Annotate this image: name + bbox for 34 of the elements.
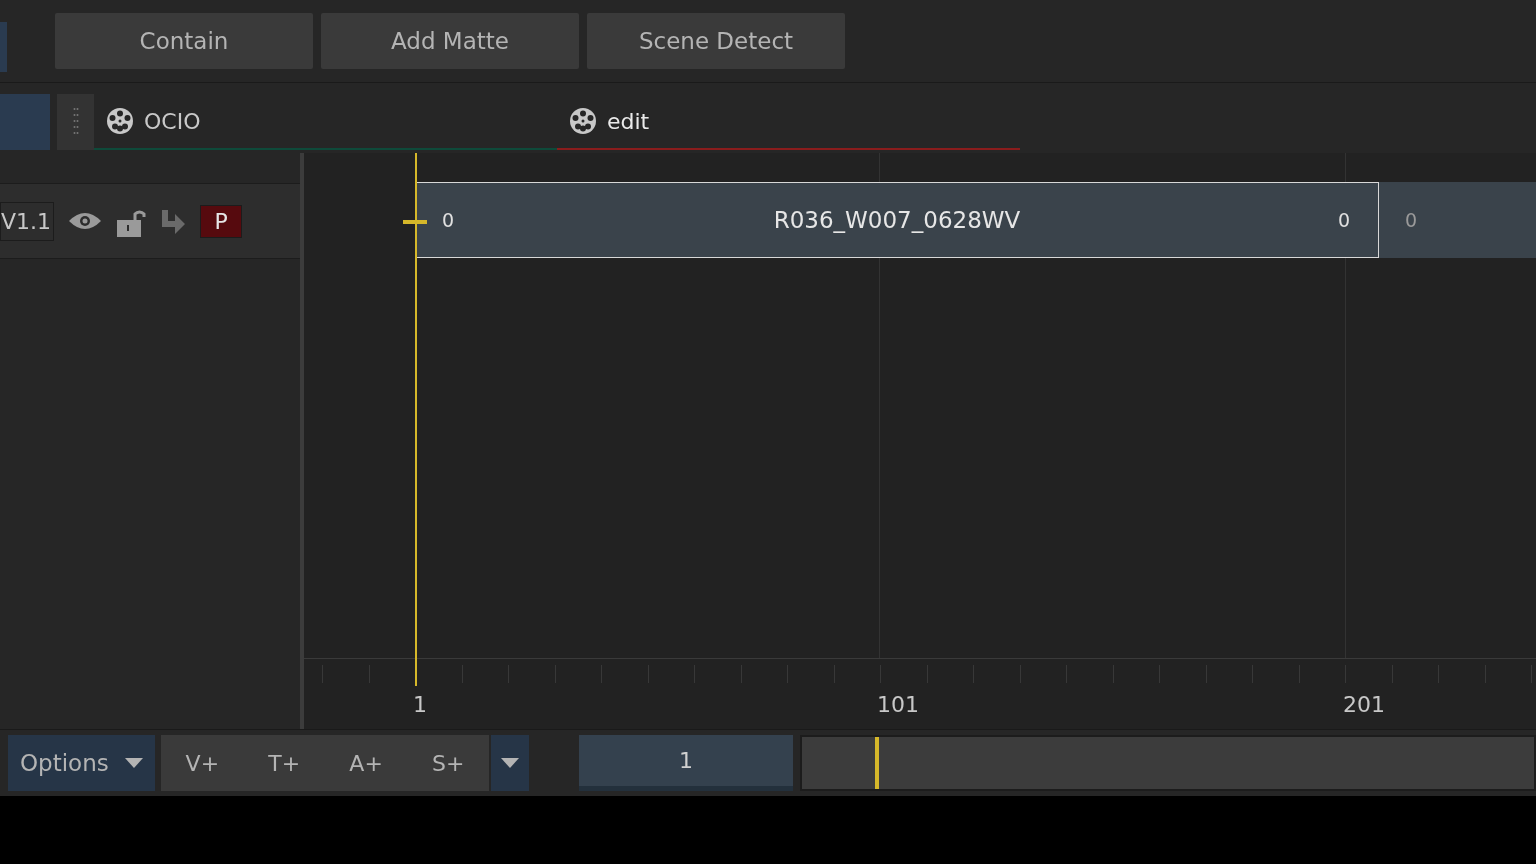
add-track-button[interactable]: S+ <box>426 745 471 781</box>
add-track-button[interactable]: T+ <box>262 745 307 781</box>
caret-icon <box>125 758 143 768</box>
toolbar-button[interactable]: Contain <box>55 13 313 69</box>
eye-icon[interactable] <box>68 211 103 231</box>
toolbar-button[interactable]: Add Matte <box>321 13 579 69</box>
arrow-icon[interactable] <box>160 208 187 234</box>
clip-in-frame: 0 <box>1405 205 1418 235</box>
dropdown-button[interactable] <box>491 735 529 791</box>
clip[interactable]: 0 R036_W007_0628WV 0 <box>415 182 1379 258</box>
clip-name: R036_W007_0628WV <box>772 205 1022 235</box>
ruler-label: 1 <box>413 691 427 719</box>
add-track-button[interactable]: A+ <box>343 745 389 781</box>
playhead-marker <box>403 220 427 224</box>
track-name[interactable]: V1.1 <box>0 201 55 241</box>
drag-handle-icon[interactable] <box>57 94 94 150</box>
film-reel-icon <box>569 107 597 135</box>
scrubber-track[interactable] <box>800 735 1536 791</box>
clip-out-frame: 0 <box>1337 205 1350 235</box>
toolbar-button[interactable]: Scene Detect <box>587 13 845 69</box>
tab[interactable]: OCIO <box>94 94 557 150</box>
scrubber-handle[interactable] <box>875 737 880 789</box>
panel-edge <box>0 22 7 72</box>
add-track-button[interactable]: V+ <box>179 745 226 781</box>
patch-button[interactable]: P <box>200 204 243 238</box>
frame-field[interactable]: 1 <box>579 735 793 791</box>
film-reel-icon <box>106 107 134 135</box>
caret-icon <box>501 758 519 768</box>
clip-in-frame: 0 <box>442 205 455 235</box>
clip[interactable]: 0 <box>1379 182 1536 258</box>
options-dropdown[interactable]: Options <box>8 735 155 791</box>
ruler-label: 201 <box>1343 691 1385 719</box>
tab[interactable]: edit <box>557 94 1020 150</box>
ruler-label: 101 <box>877 691 919 719</box>
